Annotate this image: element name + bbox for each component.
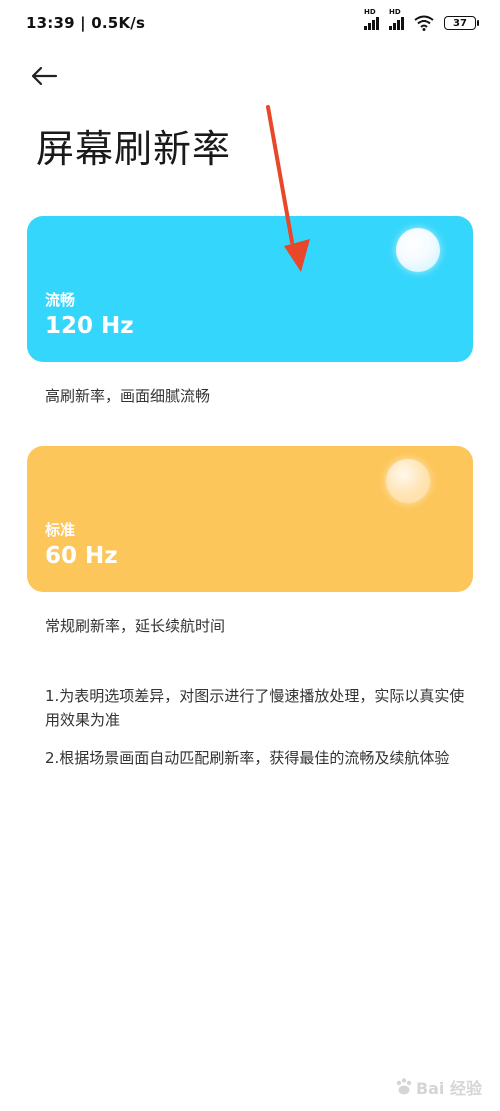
battery-icon: 37 xyxy=(444,16,479,30)
page-title: 屏幕刷新率 xyxy=(36,127,232,171)
note-text: 2.根据场景画面自动匹配刷新率，获得最佳的流畅及续航体验 xyxy=(45,749,450,767)
status-time-speed: 13:39 | 0.5K/s xyxy=(26,14,146,32)
signal-hd-label: HD xyxy=(389,8,401,16)
signal-icon: HD xyxy=(364,9,379,30)
option-rate: 120 Hz xyxy=(45,313,134,339)
watermark-text: Bai 经验 xyxy=(415,1079,482,1098)
option-name: 流畅 xyxy=(45,291,76,309)
refresh-option-standard-card[interactable]: 标准 60 Hz xyxy=(27,446,473,592)
status-bar: 13:39 | 0.5K/s HD HD 37 xyxy=(0,0,500,46)
option-name: 标准 xyxy=(45,521,76,539)
option-description: 常规刷新率，延长续航时间 xyxy=(45,617,226,635)
status-icons: HD HD 37 xyxy=(364,9,479,31)
selection-orb-icon xyxy=(386,459,430,503)
watermark: Bai 经验 xyxy=(394,1075,482,1099)
signal-icon: HD xyxy=(389,9,404,30)
note-text: 1.为表明选项差异，对图示进行了慢速播放处理，实际以真实使用效果为准 xyxy=(45,687,465,729)
back-button[interactable] xyxy=(30,58,70,94)
paw-logo-icon xyxy=(396,1078,412,1095)
signal-hd-label: HD xyxy=(364,8,376,16)
selection-orb-icon xyxy=(396,228,440,272)
refresh-option-smooth-card[interactable]: 流畅 120 Hz xyxy=(27,216,473,362)
wifi-icon xyxy=(414,15,434,31)
arrow-left-icon xyxy=(31,66,58,86)
option-description: 高刷新率，画面细腻流畅 xyxy=(45,387,211,405)
option-rate: 60 Hz xyxy=(45,543,118,569)
